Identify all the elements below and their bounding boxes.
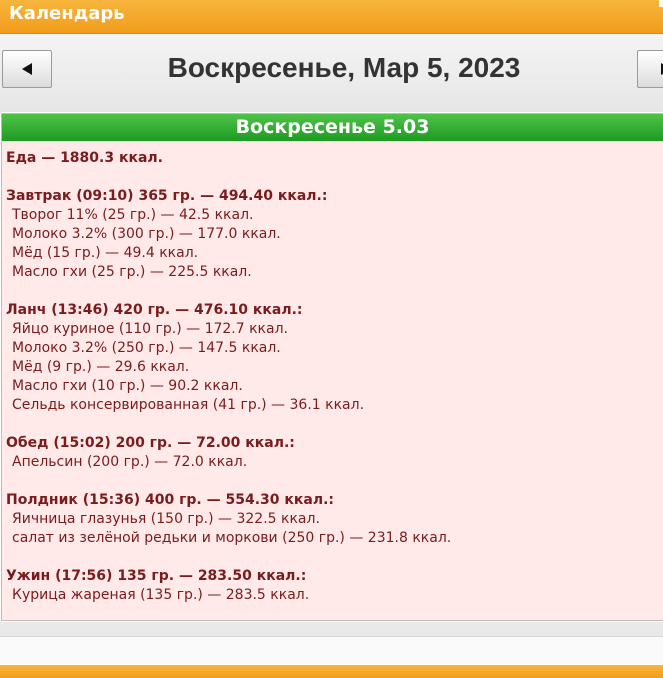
meal-heading: Ужин (17:56) 135 гр. — 283.50 ккал.: [6, 568, 307, 584]
day-total-calories: Еда — 1880.3 ккал. [6, 150, 163, 166]
day-panel: Воскресенье 5.03 Еда — 1880.3 ккал. Завт… [1, 113, 663, 621]
current-date-title: Воскресенье, Мар 5, 2023 [167, 52, 521, 83]
day-header: Воскресенье 5.03 [2, 114, 663, 141]
date-navigation: Воскресенье, Мар 5, 2023 [0, 34, 663, 112]
meal-heading: Обед (15:02) 200 гр. — 72.00 ккал.: [6, 435, 295, 451]
meal-item: Сельдь консервированная (41 гр.) — 36.1 … [12, 397, 365, 413]
meal-item: Молоко 3.2% (250 гр.) — 147.5 ккал. [12, 340, 281, 356]
meal-item: Молоко 3.2% (300 гр.) — 177.0 ккал. [12, 226, 281, 242]
meal-item: Яичница глазунья (150 гр.) — 322.5 ккал. [12, 511, 320, 527]
footer-divider [0, 622, 663, 637]
meal-item: салат из зелёной редьки и моркови (250 г… [12, 530, 452, 546]
arrow-right-icon [661, 63, 663, 75]
app-header-bar: Календарь [0, 0, 663, 34]
meal-item: Масло гхи (25 гр.) — 225.5 ккал. [12, 264, 252, 280]
meal-item: Мёд (9 гр.) — 29.6 ккал. [12, 359, 190, 375]
day-details: Еда — 1880.3 ккал. Завтрак (09:10) 365 г… [2, 141, 663, 605]
bottom-bar [0, 665, 663, 678]
meal-item: Творог 11% (25 гр.) — 42.5 ккал. [12, 207, 254, 223]
header-corner-notch [659, 0, 663, 7]
meal-item: Апельсин (200 гр.) — 72.0 ккал. [12, 454, 248, 470]
meal-item: Курица жареная (135 гр.) — 283.5 ккал. [12, 587, 310, 603]
meal-block: Ужин (17:56) 135 гр. — 283.50 ккал.: Кури… [6, 567, 663, 605]
meal-item: Мёд (15 гр.) — 49.4 ккал. [12, 245, 199, 261]
arrow-left-icon [22, 63, 32, 75]
meal-list: Завтрак (09:10) 365 гр. — 494.40 ккал.: Т… [6, 187, 663, 605]
prev-day-button[interactable] [2, 50, 52, 88]
app-title: Календарь [9, 3, 125, 24]
meal-block: Ланч (13:46) 420 гр. — 476.10 ккал.: Яйцо… [6, 301, 663, 415]
meal-block: Полдник (15:36) 400 гр. — 554.30 ккал.: Я… [6, 491, 663, 548]
next-day-button[interactable] [637, 50, 663, 88]
meal-item: Масло гхи (10 гр.) — 90.2 ккал. [12, 378, 243, 394]
meal-item: Яйцо куриное (110 гр.) — 172.7 ккал. [12, 321, 288, 337]
meal-heading: Полдник (15:36) 400 гр. — 554.30 ккал.: [6, 492, 335, 508]
meal-block: Завтрак (09:10) 365 гр. — 494.40 ккал.: Т… [6, 187, 663, 282]
meal-heading: Ланч (13:46) 420 гр. — 476.10 ккал.: [6, 302, 303, 318]
meal-block: Обед (15:02) 200 гр. — 72.00 ккал.: Апель… [6, 434, 663, 472]
meal-heading: Завтрак (09:10) 365 гр. — 494.40 ккал.: [6, 188, 328, 204]
footer-area [0, 637, 663, 664]
